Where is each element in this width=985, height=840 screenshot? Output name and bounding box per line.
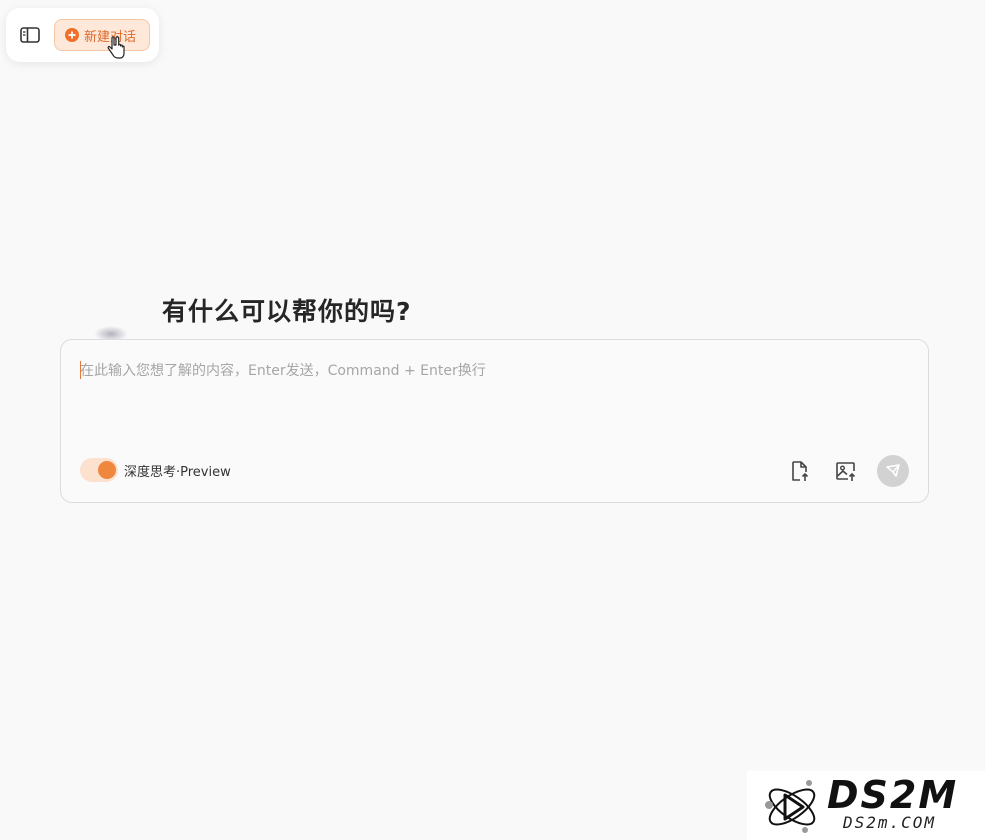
watermark: DS2M DS2m.COM: [747, 771, 985, 840]
deep-think-switch[interactable]: [80, 458, 118, 482]
upload-image-button[interactable]: [833, 458, 859, 484]
plus-circle-icon: [65, 28, 79, 42]
page-title: 有什么可以帮你的吗?: [162, 297, 412, 326]
new-chat-button[interactable]: 新建对话: [54, 19, 150, 51]
send-icon: [886, 464, 900, 477]
deep-think-label: 深度思考·Preview: [124, 464, 231, 480]
composer-card: 深度思考·Preview: [60, 339, 929, 503]
prompt-input[interactable]: [80, 360, 900, 430]
ds2m-logo-icon: [765, 780, 816, 833]
deep-think-toggle[interactable]: 深度思考·Preview: [80, 458, 231, 482]
top-toolbar: 新建对话: [6, 8, 159, 62]
sidebar-toggle-button[interactable]: [18, 24, 42, 46]
image-upload-icon: [836, 462, 856, 481]
watermark-sub-text: DS2m.COM: [843, 813, 937, 832]
send-button[interactable]: [877, 455, 909, 487]
app-page: 新建对话 有什么可以帮你的吗? 深度思考·Preview: [0, 0, 985, 840]
watermark-main-text: DS2M: [827, 773, 959, 817]
switch-knob: [98, 461, 116, 479]
upload-file-button[interactable]: [786, 458, 812, 484]
text-caret: [80, 361, 81, 379]
sidebar-panel-icon: [20, 27, 40, 43]
hand-pointer-cursor-icon: [107, 36, 125, 59]
file-upload-icon: [792, 461, 809, 481]
